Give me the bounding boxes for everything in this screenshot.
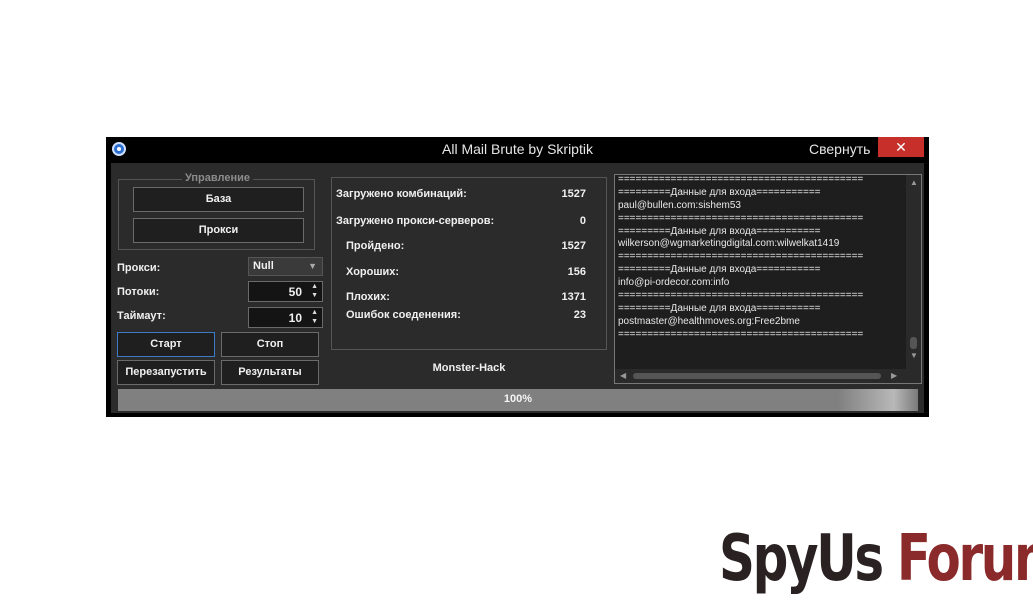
errors-value: 23 bbox=[573, 309, 586, 321]
start-button[interactable]: Старт bbox=[117, 332, 215, 357]
scrollbar-corner bbox=[906, 369, 921, 383]
bad-value: 1371 bbox=[561, 291, 586, 303]
stepper-arrows-icon[interactable]: ▲ ▼ bbox=[311, 308, 318, 326]
client-area: Управление База Прокси Прокси: Null ▼ По… bbox=[111, 163, 924, 413]
horizontal-scroll-thumb[interactable] bbox=[633, 373, 881, 379]
log-textbox[interactable]: ========================================… bbox=[614, 174, 922, 384]
log-line: =========Данные для входа=========== bbox=[618, 264, 821, 276]
log-line: postmaster@healthmoves.org:Free2bme bbox=[618, 315, 800, 327]
log-line: ========================================… bbox=[618, 251, 864, 263]
threads-value: 50 bbox=[288, 285, 302, 299]
vertical-scrollbar[interactable]: ▲ ▼ bbox=[906, 175, 921, 370]
control-group: Управление База Прокси bbox=[118, 172, 315, 250]
log-lines: ========================================… bbox=[618, 174, 904, 342]
proxy-select-value: Null bbox=[253, 260, 274, 272]
chevron-down-icon: ▼ bbox=[308, 261, 317, 271]
stop-button[interactable]: Стоп bbox=[221, 332, 319, 357]
horizontal-scrollbar[interactable]: ◀ ▶ bbox=[615, 369, 907, 383]
minimize-button[interactable]: Свернуть bbox=[809, 141, 870, 157]
credit-label: Monster-Hack bbox=[432, 362, 506, 374]
close-icon: ✕ bbox=[895, 139, 907, 155]
scroll-down-icon[interactable]: ▼ bbox=[910, 351, 918, 360]
log-line: info@pi-ordecor.com:info bbox=[618, 277, 730, 289]
loaded-combos-label: Загружено комбинаций: bbox=[336, 188, 467, 200]
proxy-select[interactable]: Null ▼ bbox=[248, 257, 323, 276]
log-line: =========Данные для входа=========== bbox=[618, 302, 821, 314]
stepper-arrows-icon[interactable]: ▲ ▼ bbox=[311, 282, 318, 300]
good-value: 156 bbox=[567, 266, 586, 278]
stats-panel: Загружено комбинаций: 1527 Загружено про… bbox=[331, 177, 607, 350]
good-label: Хороших: bbox=[346, 266, 400, 278]
scroll-right-icon[interactable]: ▶ bbox=[891, 371, 897, 380]
log-line: ========================================… bbox=[618, 290, 864, 302]
bad-label: Плохих: bbox=[346, 291, 390, 303]
results-button[interactable]: Результаты bbox=[221, 360, 319, 385]
proxy-label: Прокси: bbox=[117, 262, 161, 274]
threads-label: Потоки: bbox=[117, 286, 160, 298]
log-line: ========================================… bbox=[618, 174, 864, 185]
vertical-scroll-thumb[interactable] bbox=[910, 337, 917, 349]
threads-stepper[interactable]: 50 ▲ ▼ bbox=[248, 281, 323, 302]
progress-label: 100% bbox=[503, 393, 533, 405]
scroll-left-icon[interactable]: ◀ bbox=[620, 371, 626, 380]
errors-label: Ошибок соеденения: bbox=[346, 309, 461, 321]
loaded-proxies-value: 0 bbox=[579, 215, 586, 227]
timeout-value: 10 bbox=[288, 311, 302, 325]
proxy-button[interactable]: Прокси bbox=[133, 218, 304, 243]
watermark-text-forum: Forum bbox=[896, 522, 1033, 596]
loaded-combos-value: 1527 bbox=[561, 188, 586, 200]
log-line: wilkerson@wgmarketingdigital.com:wilwelk… bbox=[618, 238, 840, 250]
control-group-title: Управление bbox=[181, 172, 253, 184]
timeout-label: Таймаут: bbox=[117, 310, 166, 322]
app-window: All Mail Brute by Skriptik Свернуть ✕ Уп… bbox=[106, 137, 929, 417]
watermark-text-spyus: SpyUs bbox=[719, 522, 884, 596]
loaded-proxies-label: Загружено прокси-серверов: bbox=[336, 215, 495, 227]
restart-button[interactable]: Перезапустить bbox=[117, 360, 215, 385]
watermark-logo: SpyUs Forum bbox=[719, 522, 1033, 596]
window-title: All Mail Brute by Skriptik bbox=[442, 141, 593, 157]
log-line: ========================================… bbox=[618, 328, 864, 340]
log-line: =========Данные для входа=========== bbox=[618, 225, 821, 237]
scroll-up-icon[interactable]: ▲ bbox=[910, 178, 918, 187]
log-line: paul@bullen.com:sishem53 bbox=[618, 199, 741, 211]
log-line: ========================================… bbox=[618, 212, 864, 224]
timeout-stepper[interactable]: 10 ▲ ▼ bbox=[248, 307, 323, 328]
passed-value: 1527 bbox=[561, 240, 586, 252]
log-line: =========Данные для входа=========== bbox=[618, 186, 821, 198]
title-bar[interactable]: All Mail Brute by Skriptik Свернуть ✕ bbox=[106, 137, 929, 163]
base-button[interactable]: База bbox=[133, 187, 304, 212]
progress-bar: 100% bbox=[118, 389, 918, 411]
passed-label: Пройдено: bbox=[346, 240, 405, 252]
close-button[interactable]: ✕ bbox=[878, 137, 924, 157]
